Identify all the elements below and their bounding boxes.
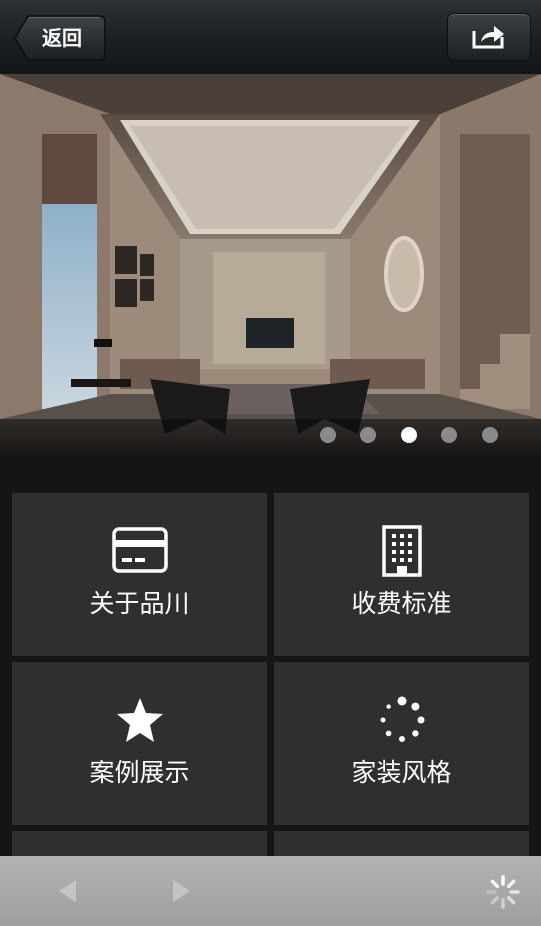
menu-item-partial[interactable] <box>12 831 267 856</box>
building-icon <box>274 525 529 577</box>
bottom-toolbar <box>0 856 541 926</box>
image-carousel[interactable] <box>0 74 541 452</box>
carousel-dot[interactable] <box>482 427 498 443</box>
living-room-photo <box>0 74 541 452</box>
menu-item-label: 家装风格 <box>351 758 452 787</box>
menu-item-about[interactable]: 关于品川 <box>12 493 267 656</box>
menu-item-label: 案例展示 <box>89 758 190 787</box>
nav-back-button[interactable] <box>52 875 86 907</box>
star-icon <box>12 696 267 746</box>
menu-item-partial[interactable] <box>274 831 529 856</box>
nav-forward-button[interactable] <box>165 875 199 907</box>
menu-item-label: 收费标准 <box>351 589 452 618</box>
loading-spinner-icon <box>486 875 520 909</box>
carousel-dot[interactable] <box>320 427 336 443</box>
menu-item-cases[interactable]: 案例展示 <box>12 662 267 825</box>
loading-dots-icon <box>274 696 529 746</box>
menu-item-styles[interactable]: 家装风格 <box>274 662 529 825</box>
id-card-icon <box>12 527 267 577</box>
menu-item-label: 关于品川 <box>89 589 190 618</box>
top-bar: 返回 <box>0 0 541 75</box>
share-icon <box>472 26 504 49</box>
menu-item-pricing[interactable]: 收费标准 <box>274 493 529 656</box>
back-label: 返回 <box>42 26 82 50</box>
share-button[interactable] <box>447 13 531 61</box>
carousel-dot[interactable] <box>441 427 457 443</box>
triangle-right-icon <box>173 880 190 902</box>
back-button[interactable]: 返回 <box>14 15 106 61</box>
carousel-dot-active[interactable] <box>401 427 417 443</box>
triangle-left-icon <box>59 880 76 902</box>
refresh-button[interactable] <box>484 873 522 911</box>
carousel-indicators <box>0 427 541 445</box>
carousel-dot[interactable] <box>360 427 376 443</box>
